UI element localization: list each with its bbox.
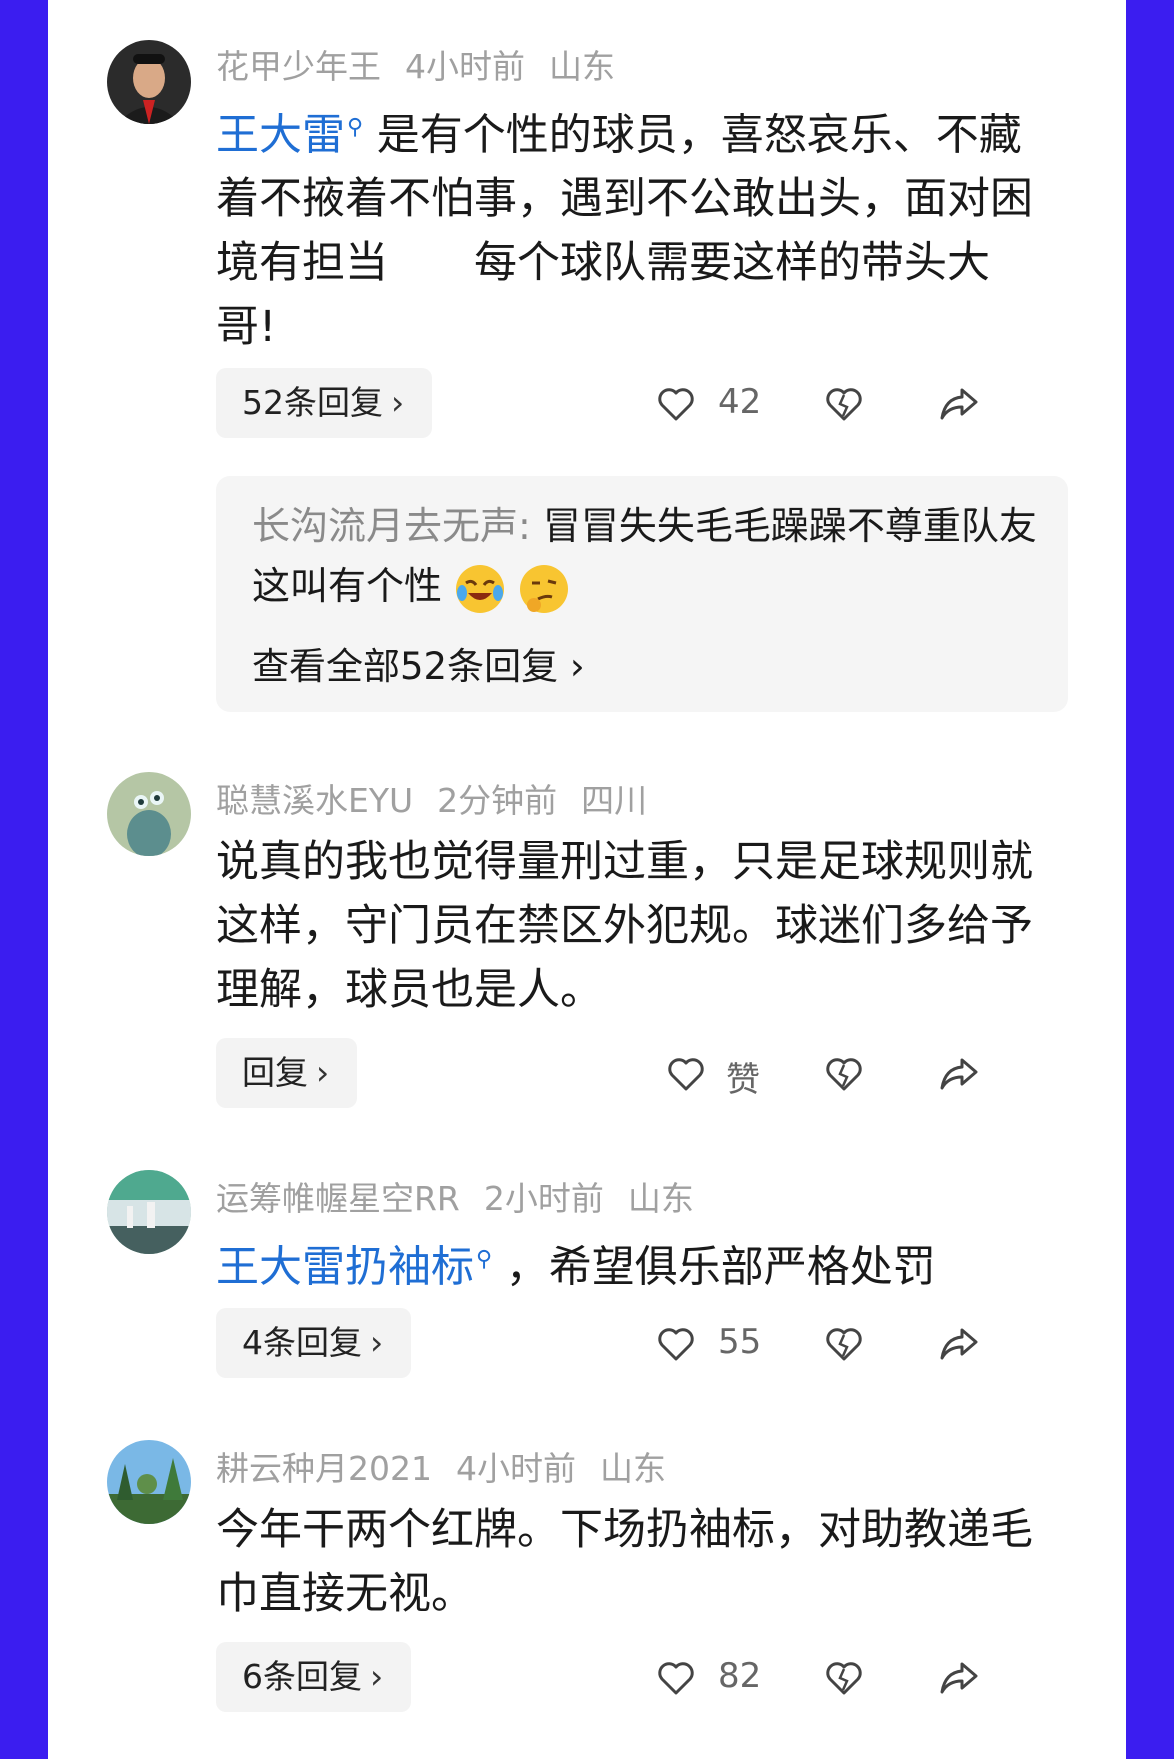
comment-body: 说真的我也觉得量刑过重，只是足球规则就这样，守门员在禁区外犯规。球迷们多给予理解… <box>216 837 1033 1015</box>
comment-meta: 耕云种月2021 4小时前 山东 <box>216 1442 690 1490</box>
view-all-label: 查看全部52条回复 <box>252 645 559 688</box>
sub-reply-user[interactable]: 长沟流月去无声: <box>252 504 531 548</box>
like-count: 42 <box>718 382 762 422</box>
timestamp: 2分钟前 <box>437 781 558 820</box>
username[interactable]: 运筹帷幄星空RR <box>216 1179 460 1218</box>
sub-reply-line: 长沟流月去无声: 冒冒失失毛毛躁躁不尊重队友这叫有个性 <box>252 496 1042 616</box>
avatar[interactable] <box>107 40 191 124</box>
sub-reply-box[interactable]: 长沟流月去无声: 冒冒失失毛毛躁躁不尊重队友这叫有个性 查看全部52条回复 › <box>216 476 1068 712</box>
timestamp: 4小时前 <box>405 47 525 86</box>
share-arrow-icon[interactable] <box>938 1054 980 1094</box>
comment-body: ，希望俱乐部严格处罚 <box>505 1242 936 1293</box>
reply-button[interactable]: 52条回复 › <box>216 368 433 438</box>
comment-text: 王大雷扔袖标⚲ ，希望俱乐部严格处罚 <box>216 1228 1046 1299</box>
comment-meta: 运筹帷幄星空RR 2小时前 山东 <box>216 1172 718 1220</box>
chevron-right-icon: › <box>370 1657 384 1696</box>
location: 四川 <box>581 781 648 820</box>
reply-label: 52条回复 <box>242 383 383 422</box>
location: 山东 <box>627 1179 694 1218</box>
comment-actions: 赞 <box>656 1038 1076 1108</box>
search-icon: ⚲ <box>347 115 364 140</box>
chevron-right-icon: › <box>370 1323 384 1362</box>
broken-heart-icon[interactable] <box>824 384 864 424</box>
broken-heart-icon[interactable] <box>824 1324 864 1364</box>
username[interactable]: 聪慧溪水EYU <box>216 781 413 820</box>
timestamp: 2小时前 <box>483 1179 604 1218</box>
avatar[interactable] <box>107 1170 191 1254</box>
username[interactable]: 耕云种月2021 <box>216 1449 432 1488</box>
share-arrow-icon[interactable] <box>938 1324 980 1364</box>
avatar[interactable] <box>107 772 191 856</box>
mention-link[interactable]: 王大雷扔袖标 <box>216 1242 474 1292</box>
comment-meta: 聪慧溪水EYU 2分钟前 四川 <box>216 774 671 822</box>
location: 山东 <box>599 1449 666 1488</box>
like-count: 82 <box>718 1656 762 1696</box>
broken-heart-icon[interactable] <box>824 1054 864 1094</box>
chevron-right-icon: › <box>391 383 405 422</box>
heart-outline-icon[interactable] <box>656 384 696 424</box>
reply-button[interactable]: 回复 › <box>216 1038 358 1108</box>
view-all-replies-link[interactable]: 查看全部52条回复 › <box>252 636 585 690</box>
comment-meta: 花甲少年王 4小时前 山东 <box>216 40 639 88</box>
heart-outline-icon[interactable] <box>666 1054 706 1094</box>
mention-link[interactable]: 王大雷 <box>216 110 345 160</box>
comment-body: 今年干两个红牌。下场扔袖标，对助教递毛巾直接无视。 <box>216 1505 1033 1619</box>
share-arrow-icon[interactable] <box>938 1658 980 1698</box>
like-count: 55 <box>718 1322 762 1362</box>
comment-actions: 82 <box>656 1642 1076 1712</box>
location: 山东 <box>549 47 615 86</box>
username[interactable]: 花甲少年王 <box>216 47 381 86</box>
share-arrow-icon[interactable] <box>938 384 980 424</box>
reply-button[interactable]: 6条回复 › <box>216 1642 412 1712</box>
reply-label: 4条回复 <box>242 1323 362 1362</box>
thinking-emoji-icon <box>520 564 569 613</box>
comment-actions: 42 <box>656 368 1076 438</box>
search-icon: ⚲ <box>476 1247 493 1272</box>
comment-text: 今年干两个红牌。下场扔袖标，对助教递毛巾直接无视。 <box>216 1498 1046 1626</box>
avatar[interactable] <box>107 1440 191 1524</box>
comment-panel: 花甲少年王 4小时前 山东 王大雷⚲ 是有个性的球员，喜怒哀乐、不藏着不掖着不怕事，… <box>48 0 1126 1759</box>
comment-text: 王大雷⚲ 是有个性的球员，喜怒哀乐、不藏着不掖着不怕事，遇到不公敢出头，面对困境… <box>216 96 1046 359</box>
reply-button[interactable]: 4条回复 › <box>216 1308 412 1378</box>
comment-actions: 55 <box>656 1308 1076 1378</box>
comment-text: 说真的我也觉得量刑过重，只是足球规则就这样，守门员在禁区外犯规。球迷们多给予理解… <box>216 830 1046 1022</box>
chevron-right-icon: › <box>558 645 585 688</box>
heart-outline-icon[interactable] <box>656 1658 696 1698</box>
reply-label: 6条回复 <box>242 1657 362 1696</box>
chevron-right-icon: › <box>316 1053 330 1092</box>
broken-heart-icon[interactable] <box>824 1658 864 1698</box>
like-count: 赞 <box>726 1060 760 1100</box>
heart-outline-icon[interactable] <box>656 1324 696 1364</box>
crying-laughing-emoji-icon <box>456 564 505 613</box>
timestamp: 4小时前 <box>455 1449 576 1488</box>
reply-label: 回复 <box>242 1053 308 1092</box>
